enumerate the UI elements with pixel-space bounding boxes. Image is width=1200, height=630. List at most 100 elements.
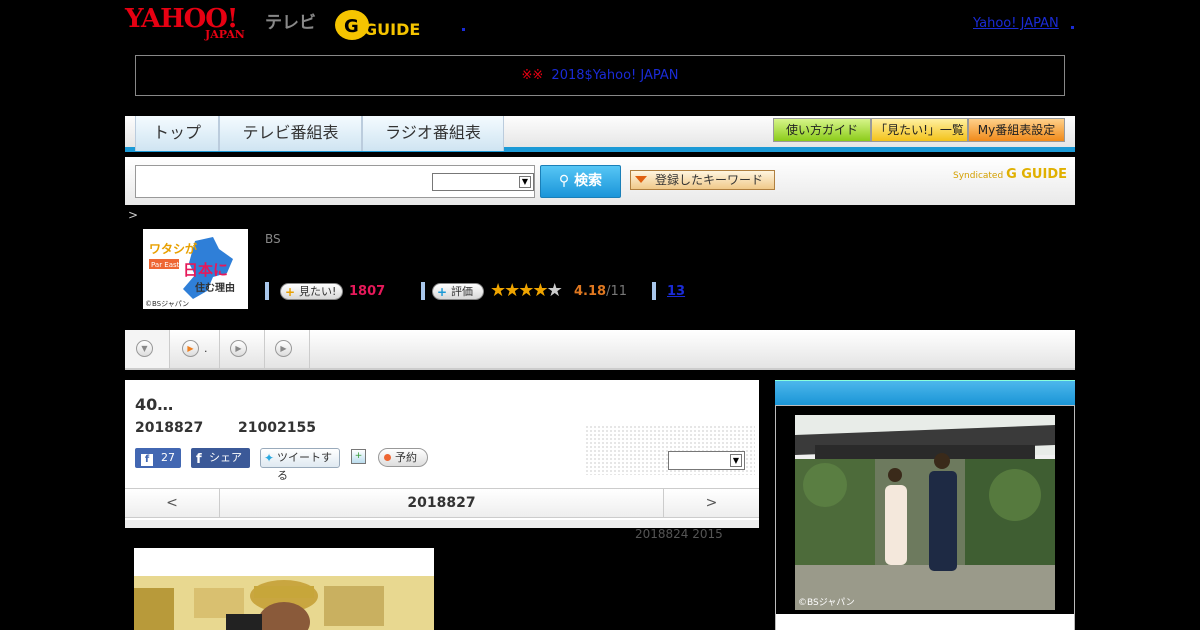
next-day-button[interactable]: >: [663, 489, 759, 517]
notice-box: ※※ 2018$Yahoo! JAPAN: [135, 55, 1065, 96]
tab-item-1[interactable]: ▶ .: [170, 330, 220, 368]
program-photo-art: ©BSジャパン: [795, 415, 1055, 610]
tweet-label: ツイートする: [277, 451, 332, 482]
page: YAHOO! JAPAN テレビ G GUIDE Yahoo! JAPAN ※※…: [0, 0, 1200, 630]
divider: [421, 282, 425, 300]
divider: [265, 282, 269, 300]
notice-mark: ※※: [521, 68, 544, 83]
channel-label: BS: [265, 232, 281, 246]
g-guide-logo[interactable]: G GUIDE: [334, 8, 432, 42]
triangle-down-icon: [635, 176, 647, 183]
thumb-title-2: 日本に: [183, 261, 228, 279]
syndicated-brand: G GUIDE: [1006, 167, 1067, 182]
facebook-share-label: シェア: [209, 451, 242, 464]
main-nav: トップ テレビ番組表 ラジオ番組表 使い方ガイド 「見たい!」一覧 My番組表設…: [125, 116, 1075, 152]
search-icon: ⚲: [558, 173, 575, 189]
tab-item-3[interactable]: ▶: [265, 330, 310, 368]
plus-icon: +: [437, 285, 448, 299]
want-count: 1807: [349, 284, 386, 299]
program-photo[interactable]: ©BSジャパン: [795, 415, 1055, 610]
syndicated-g-guide-logo: Syndicated G GUIDE: [953, 167, 1067, 182]
calendar-add-icon[interactable]: +: [351, 449, 366, 464]
facebook-share-button[interactable]: f シェア: [191, 448, 250, 468]
play-icon: ▶: [182, 340, 199, 357]
tab-dropdown[interactable]: ▼: [125, 330, 170, 368]
search-bar: ▼ ⚲ 検索 登録したキーワード Syndicated G GUIDE: [125, 157, 1075, 205]
want-to-watch-button[interactable]: + 見たい!: [280, 283, 343, 300]
twitter-bird-icon: ✦: [264, 451, 275, 465]
tab-item-1-label: .: [204, 342, 208, 355]
svg-text:GUIDE: GUIDE: [364, 20, 420, 39]
program-thumbnail[interactable]: ワタシが Par East 日本に 住む理由 ©BSジャパン: [143, 229, 248, 309]
rating-score-total: /11: [606, 284, 627, 299]
facebook-icon: f: [196, 452, 202, 467]
tweet-button[interactable]: ✦ ツイートする: [260, 448, 340, 482]
rating-score: 4.18/11: [574, 284, 627, 299]
broadcast-time: 21002155: [238, 420, 316, 436]
right-panel-header: [775, 380, 1075, 405]
star-icon: ★: [504, 280, 520, 301]
day-navigation: < 2018827 >: [125, 488, 759, 518]
current-day-label: 2018827: [407, 495, 476, 511]
search-button-label: 検索: [574, 173, 603, 189]
star-icon: ★: [518, 280, 534, 301]
svg-text:G: G: [344, 16, 359, 37]
star-empty-icon: ★: [546, 280, 563, 301]
facebook-icon: f: [141, 454, 153, 466]
search-category-select[interactable]: ▼: [432, 173, 534, 191]
updated-timestamp: 2018824 2015: [635, 527, 723, 541]
notice-link[interactable]: 2018$Yahoo! JAPAN: [551, 68, 730, 83]
episode-image-art: [134, 548, 434, 630]
registered-keywords-label: 登録したキーワード: [655, 173, 764, 187]
tab-item-2[interactable]: ▶: [220, 330, 265, 368]
header-link-dot-2[interactable]: [1071, 26, 1074, 29]
tab-top[interactable]: トップ: [135, 116, 219, 151]
want-to-watch-label: 見たい!: [299, 285, 337, 298]
review-count-link[interactable]: 13: [667, 284, 685, 299]
want-list-button[interactable]: 「見たい!」一覧: [871, 118, 968, 142]
usage-guide-button[interactable]: 使い方ガイド: [773, 118, 871, 142]
tab-radio-listings[interactable]: ラジオ番組表: [362, 116, 504, 151]
chevron-down-icon: ▼: [730, 454, 742, 467]
play-icon: ▶: [230, 340, 247, 357]
broadcast-date: 2018827: [135, 420, 204, 436]
facebook-like-button[interactable]: f 27: [135, 448, 181, 468]
header-link-dot[interactable]: [462, 28, 465, 31]
tv-logo-text[interactable]: テレビ: [265, 8, 316, 33]
play-icon: ▶: [275, 340, 292, 357]
photo-credit: ©BSジャパン: [798, 597, 855, 608]
episode-image: [134, 548, 434, 630]
rating-score-value: 4.18: [574, 284, 607, 299]
rate-button[interactable]: + 評価: [432, 283, 484, 300]
star-icon: ★: [532, 280, 548, 301]
reserve-label: 予約: [395, 451, 417, 464]
star-icon: ★: [490, 280, 506, 301]
yahoo-japan-logo-sub: JAPAN: [205, 28, 245, 41]
registered-keywords-button[interactable]: 登録したキーワード: [630, 170, 775, 190]
chevron-down-icon: ▼: [136, 340, 153, 357]
plus-icon: +: [285, 285, 296, 299]
program-detail-panel: 40… 2018827 21002155 f 27 f シェア ✦ ツイートする + …: [125, 380, 759, 528]
divider: [652, 282, 656, 300]
yahoo-japan-link[interactable]: Yahoo! JAPAN: [973, 16, 1059, 31]
record-dot-icon: [384, 454, 391, 461]
previous-day-button[interactable]: <: [125, 489, 220, 517]
program-thumbnail-art: ワタシが Par East 日本に 住む理由 ©BSジャパン: [143, 229, 248, 309]
rate-label: 評価: [451, 285, 473, 298]
syndicated-label: Syndicated: [952, 171, 1004, 181]
thumb-title-3: 住む理由: [195, 281, 235, 294]
tab-tv-listings[interactable]: テレビ番組表: [219, 116, 362, 151]
program-title: 40…: [135, 395, 174, 414]
facebook-like-count: 27: [161, 451, 175, 464]
search-button[interactable]: ⚲ 検索: [540, 165, 621, 198]
rating-stars: ★★★★★: [490, 280, 563, 301]
reserve-service-select[interactable]: ▼: [668, 451, 745, 470]
thumb-tag: Par East: [151, 261, 180, 269]
reserve-button[interactable]: 予約: [378, 448, 428, 467]
right-panel-footer: [776, 614, 1074, 630]
thumb-title-1: ワタシが: [149, 241, 197, 256]
breadcrumb[interactable]: >: [128, 208, 138, 222]
chevron-down-icon: ▼: [519, 176, 531, 188]
my-schedule-settings-button[interactable]: My番組表設定: [968, 118, 1065, 142]
thumb-credit: ©BSジャパン: [145, 300, 189, 308]
